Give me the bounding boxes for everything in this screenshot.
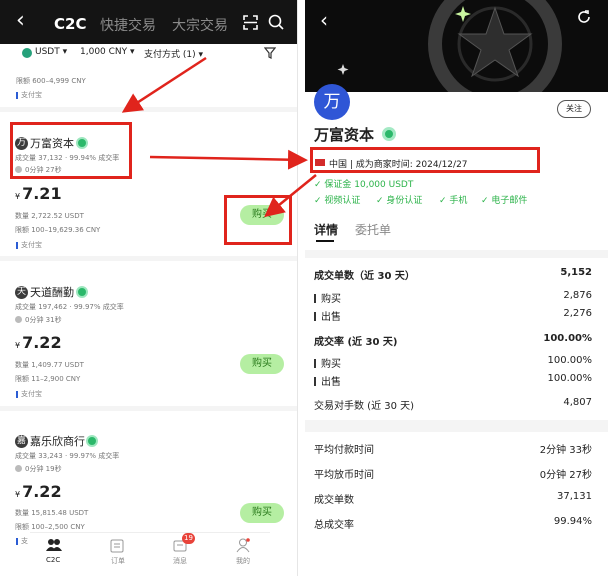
merchant-profile-screen: ‹ 万 关注 万富资本 中国 | 成为商家时间: 2024/12/27 ✓ 保证… xyxy=(305,0,608,576)
merchant-name: 万富资本 xyxy=(314,126,375,144)
coin-filter[interactable]: USDT ▾ xyxy=(35,47,67,57)
available-quantity: 数量 1,409.77 USDT xyxy=(15,361,84,369)
merchant-price: ¥7.21 xyxy=(15,184,62,203)
verify-email: ✓ 电子邮件 xyxy=(481,196,528,206)
profile-header-banner xyxy=(305,0,608,92)
merchant-stats: 成交量 33,243 · 99.97% 成交率 xyxy=(15,452,120,460)
divider xyxy=(0,107,297,112)
stat-total-orders: 成交单数 37,131 xyxy=(314,491,592,506)
merchant-price: ¥7.22 xyxy=(15,482,62,501)
search-icon[interactable] xyxy=(268,14,284,30)
divider xyxy=(305,250,608,258)
highlight-buy-box xyxy=(224,195,292,245)
nav-label-profile[interactable]: 我的 xyxy=(236,556,250,566)
active-tab-indicator xyxy=(316,240,334,242)
stat-buy-rate: 购买 100.00% xyxy=(314,355,592,370)
usdt-coin-icon xyxy=(22,48,32,58)
order-limit: 限额 100–2,500 CNY xyxy=(15,523,85,531)
listing-limit: 限额 600–4,999 CNY xyxy=(16,77,86,85)
stat-sell-orders: 出售 2,276 xyxy=(314,308,592,323)
payment-method: 支付宝 xyxy=(16,389,42,399)
deposit-badge: ✓ 保证金 10,000 USDT xyxy=(314,180,414,190)
stat-completion-rate-30d: 成交率 (近 30 天) 100.00% xyxy=(314,333,592,348)
highlight-region-box xyxy=(310,147,540,173)
stat-total-rate: 总成交率 99.94% xyxy=(314,516,592,531)
stat-counterparties: 交易对手数 (近 30 天) 4,807 xyxy=(314,397,592,412)
verified-badge-icon xyxy=(86,435,98,447)
merchant-avatar: 嘉 xyxy=(15,435,28,448)
tab-orders[interactable]: 委托单 xyxy=(355,221,391,238)
divider xyxy=(0,256,297,261)
verify-phone: ✓ 手机 xyxy=(439,196,468,206)
follow-button[interactable]: 关注 xyxy=(557,100,591,118)
tab-c2c[interactable]: C2C xyxy=(54,15,86,33)
divider xyxy=(0,406,297,411)
merchant-price: ¥7.22 xyxy=(15,333,62,352)
order-limit: 限额 100–19,629.36 CNY xyxy=(15,226,101,234)
orders-nav-icon[interactable] xyxy=(110,539,124,553)
refresh-icon[interactable] xyxy=(577,10,591,24)
payment-method: 支付宝 xyxy=(16,240,42,250)
stat-avg-release-time: 平均放币时间 0分钟 27秒 xyxy=(314,470,592,481)
merchant-avatar: 天 xyxy=(15,286,28,299)
c2c-nav-icon[interactable] xyxy=(46,538,62,552)
payment-method: 支 xyxy=(16,536,28,546)
listing-payment: 支付宝 xyxy=(16,90,42,100)
unread-badge: 19 xyxy=(182,533,195,544)
highlight-merchant-box xyxy=(10,122,132,179)
merchant-name[interactable]: 天道酬勤 xyxy=(30,284,74,300)
buy-button[interactable]: 购买 xyxy=(240,503,284,523)
stat-avg-pay-time: 平均付款时间 2分钟 33秒 xyxy=(314,445,592,456)
verified-badge-icon xyxy=(382,127,396,141)
back-button[interactable]: ‹ xyxy=(320,8,328,32)
back-button[interactable]: ‹ xyxy=(16,8,25,33)
verify-identity: ✓ 身份认证 xyxy=(376,196,423,206)
tab-block-trade[interactable]: 大宗交易 xyxy=(172,15,228,35)
merchant-stats: 成交量 197,462 · 99.97% 成交率 xyxy=(15,303,124,311)
tab-details[interactable]: 详情 xyxy=(314,221,338,238)
clock-icon xyxy=(15,465,22,472)
divider xyxy=(305,420,608,432)
verify-video: ✓ 视频认证 xyxy=(314,196,361,206)
merchant-time: 0分钟 31秒 xyxy=(25,316,62,324)
stat-orders-30d: 成交单数（近 30 天） 5,152 xyxy=(314,267,592,282)
merchant-time: 0分钟 19秒 xyxy=(25,465,62,473)
available-quantity: 数量 2,722.52 USDT xyxy=(15,212,84,220)
scan-icon[interactable] xyxy=(243,15,258,30)
bottom-nav xyxy=(30,532,270,576)
order-limit: 限额 11–2,900 CNY xyxy=(15,375,81,383)
tab-quick-trade[interactable]: 快捷交易 xyxy=(100,15,156,35)
nav-label-c2c[interactable]: C2C xyxy=(46,556,60,564)
profile-nav-icon[interactable] xyxy=(236,538,250,553)
available-quantity: 数量 15,815.48 USDT xyxy=(15,509,89,517)
payment-filter[interactable]: 支付方式 (1) ▾ xyxy=(144,47,203,60)
merchant-avatar: 万 xyxy=(314,84,350,120)
stat-sell-rate: 出售 100.00% xyxy=(314,373,592,388)
nav-label-orders[interactable]: 订单 xyxy=(111,556,125,566)
nav-label-messages[interactable]: 消息 xyxy=(173,556,187,566)
filter-icon[interactable] xyxy=(264,47,276,59)
c2c-list-screen: ‹ C2C 快捷交易 大宗交易 USDT ▾ 1,000 CNY ▾ 支付方式 … xyxy=(0,0,298,576)
stat-buy-orders: 购买 2,876 xyxy=(314,290,592,305)
verified-badge-icon xyxy=(76,286,88,298)
amount-filter[interactable]: 1,000 CNY ▾ xyxy=(80,47,135,57)
clock-icon xyxy=(15,316,22,323)
merchant-name[interactable]: 嘉乐欣商行 xyxy=(30,433,85,449)
buy-button[interactable]: 购买 xyxy=(240,354,284,374)
